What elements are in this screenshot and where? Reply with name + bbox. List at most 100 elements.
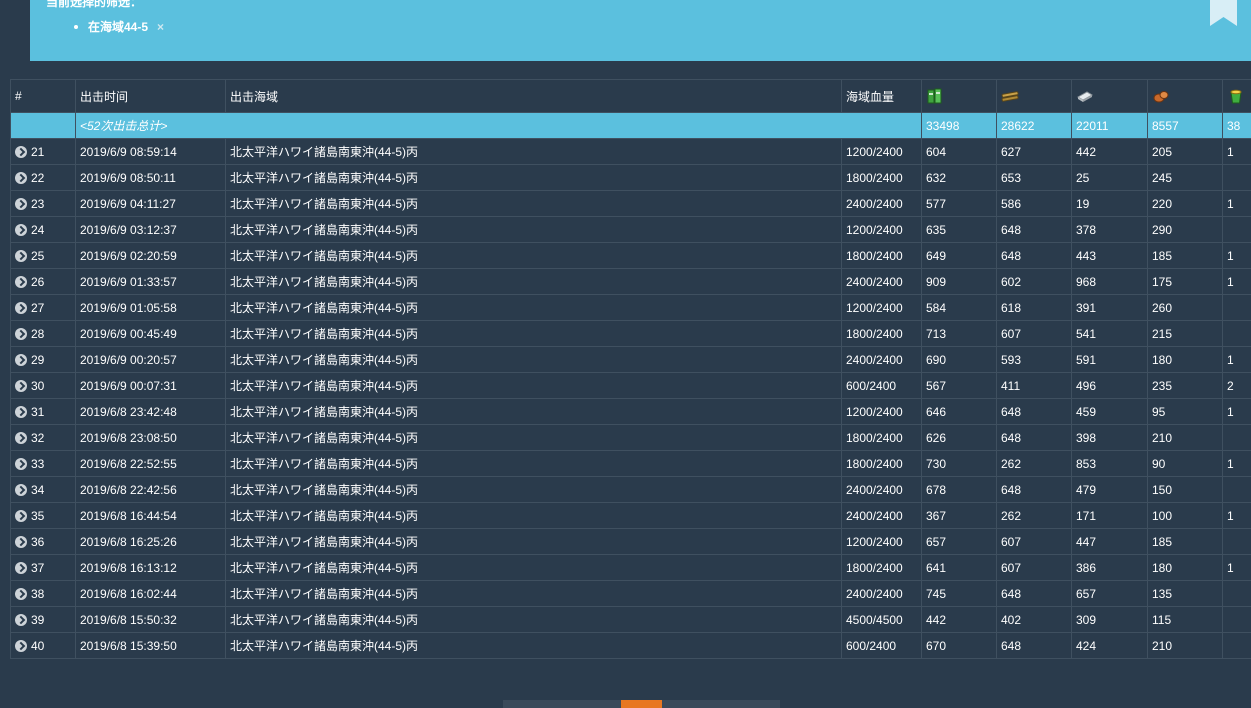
table-row: 33 2019/6/8 22:52:55 北太平洋ハワイ諸島南東沖(44-5)丙 18… [10, 450, 1251, 477]
filter-title: 当前选择的筛选： [46, 0, 143, 9]
cell-bucket: 1 [1222, 554, 1251, 581]
expand-chevron-icon[interactable] [15, 379, 27, 392]
expand-chevron-icon[interactable] [15, 639, 27, 652]
cell-steel: 443 [1071, 242, 1148, 269]
cell-steel: 459 [1071, 398, 1148, 425]
row-index-cell: 30 [10, 372, 76, 399]
expand-chevron-icon[interactable] [15, 249, 27, 262]
header-index[interactable]: # [10, 79, 76, 113]
cell-time: 2019/6/8 23:42:48 [75, 398, 226, 425]
expand-chevron-icon[interactable] [15, 483, 27, 496]
cell-ammo: 648 [996, 216, 1072, 243]
cell-ammo: 627 [996, 138, 1072, 165]
expand-chevron-icon[interactable] [15, 171, 27, 184]
cell-ammo: 648 [996, 424, 1072, 451]
expand-chevron-icon[interactable] [15, 405, 27, 418]
expand-chevron-icon[interactable] [15, 197, 27, 210]
header-map[interactable]: 出击海域 [225, 79, 842, 113]
cell-bucket: 1 [1222, 450, 1251, 477]
row-index-cell: 29 [10, 346, 76, 373]
table-row: 23 2019/6/9 04:11:27 北太平洋ハワイ諸島南東沖(44-5)丙 24… [10, 190, 1251, 217]
row-index: 36 [31, 534, 45, 549]
row-index: 28 [31, 326, 45, 341]
expand-chevron-icon[interactable] [15, 301, 27, 314]
row-index: 26 [31, 274, 45, 289]
expand-chevron-icon[interactable] [15, 587, 27, 600]
cell-fuel: 670 [921, 632, 997, 659]
row-index: 34 [31, 482, 45, 497]
cell-map: 北太平洋ハワイ諸島南東沖(44-5)丙 [225, 632, 842, 659]
cell-steel: 424 [1071, 632, 1148, 659]
expand-chevron-icon[interactable] [15, 327, 27, 340]
row-index-cell: 26 [10, 268, 76, 295]
header-steel[interactable] [1071, 79, 1148, 113]
cell-map: 北太平洋ハワイ諸島南東沖(44-5)丙 [225, 424, 842, 451]
expand-chevron-icon[interactable] [15, 561, 27, 574]
cell-ammo: 411 [996, 372, 1072, 399]
cell-time: 2019/6/8 15:39:50 [75, 632, 226, 659]
cell-time: 2019/6/8 16:44:54 [75, 502, 226, 529]
cell-bucket: 1 [1222, 268, 1251, 295]
cell-bucket [1222, 294, 1251, 321]
cell-steel: 19 [1071, 190, 1148, 217]
expand-chevron-icon[interactable] [15, 223, 27, 236]
header-fuel[interactable] [921, 79, 997, 113]
cell-bauxite: 185 [1147, 528, 1223, 555]
expand-chevron-icon[interactable] [15, 275, 27, 288]
cell-hp: 1200/2400 [841, 294, 922, 321]
cell-time: 2019/6/9 00:20:57 [75, 346, 226, 373]
cell-fuel: 635 [921, 216, 997, 243]
cell-fuel: 730 [921, 450, 997, 477]
header-time[interactable]: 出击时间 [75, 79, 226, 113]
table-row: 34 2019/6/8 22:42:56 北太平洋ハワイ諸島南東沖(44-5)丙 24… [10, 476, 1251, 503]
row-index-cell: 21 [10, 138, 76, 165]
filter-item-label: 在海域44-5 [88, 20, 149, 34]
cell-hp: 1200/2400 [841, 138, 922, 165]
expand-chevron-icon[interactable] [15, 509, 27, 522]
table-row: 29 2019/6/9 00:20:57 北太平洋ハワイ諸島南東沖(44-5)丙 24… [10, 346, 1251, 373]
cell-fuel: 713 [921, 320, 997, 347]
cell-ammo: 593 [996, 346, 1072, 373]
pager-current-page[interactable] [621, 700, 662, 708]
cell-ammo: 607 [996, 528, 1072, 555]
expand-chevron-icon[interactable] [15, 353, 27, 366]
cell-map: 北太平洋ハワイ諸島南東沖(44-5)丙 [225, 372, 842, 399]
header-bauxite[interactable] [1147, 79, 1223, 113]
cell-bucket [1222, 528, 1251, 555]
row-index-cell: 33 [10, 450, 76, 477]
cell-bauxite: 210 [1147, 632, 1223, 659]
cell-time: 2019/6/9 01:33:57 [75, 268, 226, 295]
table-row: 35 2019/6/8 16:44:54 北太平洋ハワイ諸島南東沖(44-5)丙 24… [10, 502, 1251, 529]
cell-ammo: 607 [996, 554, 1072, 581]
cell-bauxite: 215 [1147, 320, 1223, 347]
cell-time: 2019/6/9 00:07:31 [75, 372, 226, 399]
table-row: 37 2019/6/8 16:13:12 北太平洋ハワイ諸島南東沖(44-5)丙 18… [10, 554, 1251, 581]
expand-chevron-icon[interactable] [15, 457, 27, 470]
cell-bucket [1222, 320, 1251, 347]
cell-ammo: 262 [996, 450, 1072, 477]
row-index-cell: 40 [10, 632, 76, 659]
cell-steel: 398 [1071, 424, 1148, 451]
summary-steel: 22011 [1071, 112, 1148, 139]
cell-time: 2019/6/9 03:12:37 [75, 216, 226, 243]
bookmark-icon[interactable] [1210, 0, 1237, 26]
expand-chevron-icon[interactable] [15, 613, 27, 626]
header-ammo[interactable] [996, 79, 1072, 113]
cell-hp: 1200/2400 [841, 216, 922, 243]
cell-bauxite: 90 [1147, 450, 1223, 477]
header-bucket[interactable] [1222, 79, 1251, 113]
summary-ammo: 28622 [996, 112, 1072, 139]
pager-next-button[interactable] [662, 700, 780, 708]
pager-prev-button[interactable] [503, 700, 621, 708]
expand-chevron-icon[interactable] [15, 145, 27, 158]
expand-chevron-icon[interactable] [15, 431, 27, 444]
cell-bucket: 1 [1222, 242, 1251, 269]
cell-time: 2019/6/9 08:59:14 [75, 138, 226, 165]
header-hp[interactable]: 海域血量 [841, 79, 922, 113]
cell-bauxite: 175 [1147, 268, 1223, 295]
row-index-cell: 28 [10, 320, 76, 347]
expand-chevron-icon[interactable] [15, 535, 27, 548]
pagination [503, 700, 780, 708]
filter-remove-button[interactable]: × [157, 20, 164, 34]
cell-fuel: 442 [921, 606, 997, 633]
